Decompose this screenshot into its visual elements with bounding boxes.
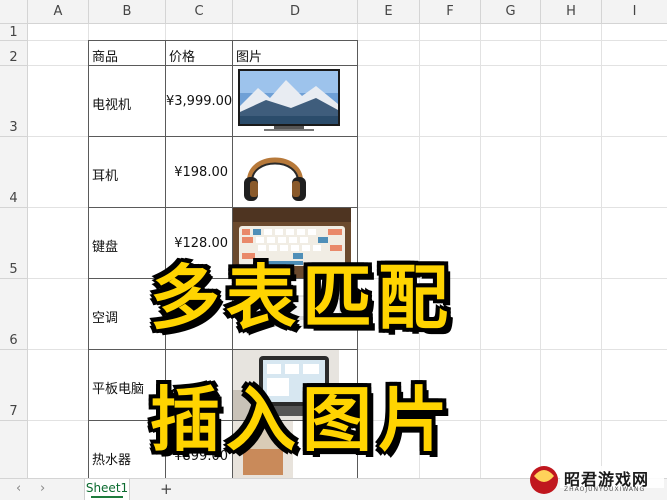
price-cell[interactable]: ¥198.00: [166, 165, 228, 180]
column-header-e[interactable]: E: [358, 0, 420, 24]
column-header-c[interactable]: C: [166, 0, 233, 24]
grid-line: [540, 24, 541, 478]
product-name-cell[interactable]: 键盘: [92, 236, 118, 255]
row-header-3[interactable]: 3: [0, 66, 28, 137]
table-border: [88, 40, 89, 478]
next-sheet-arrow-icon[interactable]: ›: [40, 481, 45, 496]
product-name-cell[interactable]: 电视机: [92, 94, 131, 113]
spreadsheet-grid[interactable]: A B C D E F G H I 1 2 3 4 5 6 7 商品 价格 图片…: [0, 0, 667, 478]
header-product[interactable]: 商品: [92, 46, 118, 65]
prev-sheet-arrow-icon[interactable]: ‹: [16, 481, 21, 496]
row-header-7[interactable]: 7: [0, 350, 28, 421]
row-header-1[interactable]: 1: [0, 24, 28, 41]
column-header-i[interactable]: I: [602, 0, 667, 24]
row-header-2[interactable]: 2: [0, 41, 28, 66]
add-sheet-button[interactable]: +: [160, 480, 173, 498]
column-header-g[interactable]: G: [481, 0, 541, 24]
column-header-h[interactable]: H: [541, 0, 602, 24]
price-cell[interactable]: ¥3,999.00: [166, 94, 232, 109]
column-header-d[interactable]: D: [233, 0, 358, 24]
grid-line: [480, 24, 481, 478]
product-name-cell[interactable]: 耳机: [92, 165, 118, 184]
row-header-5[interactable]: 5: [0, 208, 28, 279]
row-header-6[interactable]: 6: [0, 279, 28, 350]
grid-line: [601, 24, 602, 478]
table-border: [88, 136, 358, 137]
price-cell[interactable]: ¥128.00: [166, 236, 228, 251]
header-image[interactable]: 图片: [236, 46, 262, 65]
column-header-b[interactable]: B: [89, 0, 166, 24]
row-header-8[interactable]: [0, 421, 28, 478]
table-border: [88, 40, 358, 41]
product-name-cell[interactable]: 平板电脑: [92, 378, 144, 397]
header-price[interactable]: 价格: [169, 46, 195, 65]
site-watermark-logo: 昭君游戏网 ZHAOJUNYOUXIWANG: [526, 462, 666, 500]
tab-sheet1[interactable]: Sheet1: [84, 479, 130, 500]
table-border: [88, 65, 358, 66]
tv-image[interactable]: [236, 68, 342, 134]
overlay-title-line1: 多表匹配: [150, 257, 454, 339]
row-header-4[interactable]: 4: [0, 137, 28, 208]
column-header-f[interactable]: F: [420, 0, 481, 24]
product-name-cell[interactable]: 热水器: [92, 449, 131, 468]
select-all-corner[interactable]: [0, 0, 28, 24]
watermark-domain: ZHAOJUNYOUXIWANG: [564, 486, 646, 493]
product-name-cell[interactable]: 空调: [92, 307, 118, 326]
column-header-a[interactable]: A: [28, 0, 89, 24]
headphones-image[interactable]: [240, 139, 310, 207]
overlay-title-line2: 插入图片: [150, 379, 454, 461]
